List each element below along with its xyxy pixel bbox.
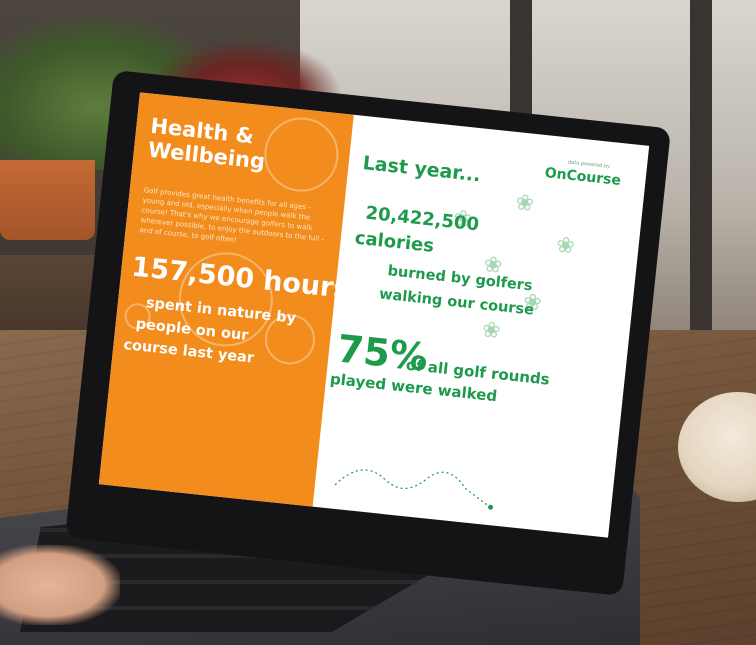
stats-heading: Last year...	[361, 152, 482, 187]
butterfly-icon: ❀	[514, 190, 536, 218]
oncourse-logo: OnCourse	[543, 165, 622, 190]
butterfly-icon: ❀	[554, 232, 576, 260]
hand	[0, 545, 120, 625]
plant-pot	[0, 160, 95, 240]
panel-body: Golf provides great health benefits for …	[139, 186, 325, 245]
window-frame	[690, 0, 712, 360]
stats-panel: data powered by OnCourse Last year... ❀ …	[313, 115, 650, 538]
hours-description: spent in nature by people on our course …	[123, 292, 326, 376]
butterfly-icon: ❀	[480, 317, 502, 345]
photo-scene: Health & Wellbeing Golf provides great h…	[0, 0, 756, 645]
health-panel: Health & Wellbeing Golf provides great h…	[98, 92, 354, 507]
calories-label: calories	[353, 227, 435, 257]
laptop-screen: Health & Wellbeing Golf provides great h…	[98, 92, 650, 538]
